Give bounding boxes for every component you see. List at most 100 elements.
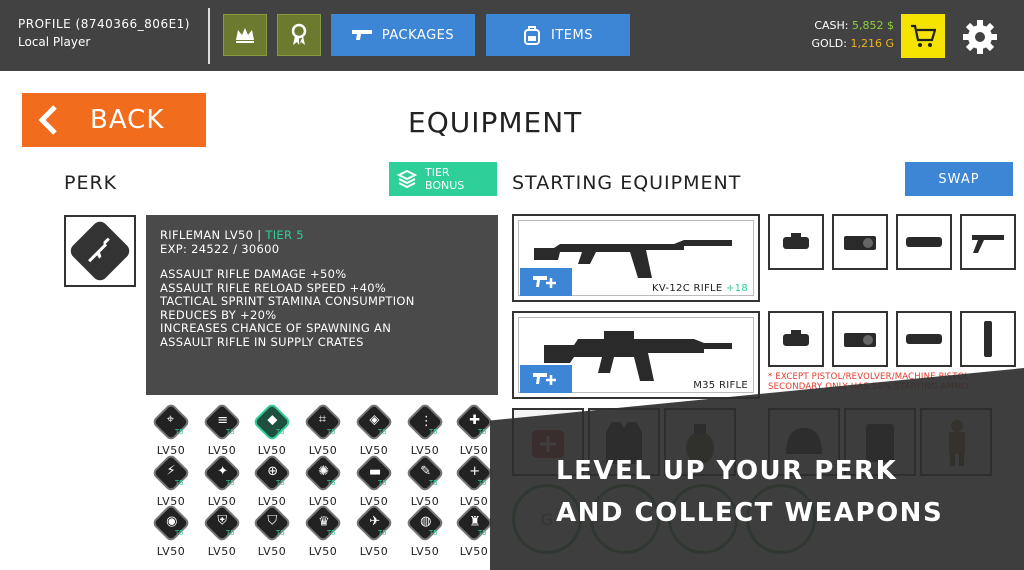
suppressor-icon [906,237,942,247]
perk-glyph-icon: ⌖ [166,411,175,427]
perk-badge-icon: ◉ [151,503,191,543]
perk-badge[interactable]: ◆ T5 LV50 [251,402,293,457]
perk-badge-level: LV50 [459,545,489,558]
primary-weapon-slot[interactable]: KV-12C RIFLE +18 [512,214,760,302]
attachment-muzzle-slot[interactable] [896,214,952,270]
perk-badge[interactable]: ✚ T5 LV50 [453,402,495,457]
swap-button[interactable]: SWAP [905,162,1013,196]
perk-desc-line: ASSAULT RIFLE DAMAGE +50% [160,267,347,281]
perk-badge[interactable]: ⌖ T5 LV50 [150,402,192,457]
back-label: BACK [90,105,165,135]
cash-value: 5,852 $ [852,19,894,32]
perk-tier: TIER 5 [265,228,304,242]
perk-badge-icon: ✦ [202,453,242,493]
sight-icon [844,236,876,250]
vertical-grip-icon [984,321,992,357]
perk-badge[interactable]: ◉ T5 LV50 [150,503,192,558]
perk-glyph-icon: ▬ [369,464,382,480]
attachment-scope-slot[interactable] [768,214,824,270]
tier-bonus-line1: TIER [425,166,450,179]
perk-badge[interactable]: ⋮ T5 LV50 [404,402,446,457]
perk-glyph-icon: ✦ [217,464,229,480]
crown-button[interactable] [223,14,267,56]
perk-badge[interactable]: ▬ T5 LV50 [353,453,395,508]
rifle-icon [544,331,732,381]
attachment-foregrip-slot[interactable] [960,311,1016,367]
tier-bonus-label: TIER BONUS [425,166,464,192]
perk-badge-icon: ✺ [303,453,343,493]
scope-icon [783,330,809,346]
perk-badge[interactable]: ♜ T5 LV50 [453,503,495,558]
attachment-grip-slot[interactable] [960,214,1016,270]
perk-badge-tier: T5 [478,479,487,487]
cart-icon [911,24,936,47]
perk-badge[interactable]: ✦ T5 LV50 [201,453,243,508]
attachment-muzzle-slot[interactable] [896,311,952,367]
perk-badge-icon: ⌖ [151,402,191,442]
perk-badge[interactable]: + T5 LV50 [453,453,495,508]
perk-badge[interactable]: ◈ T5 LV50 [353,402,395,457]
perk-badge-tier: T5 [429,428,438,436]
perk-badge-tier: T5 [276,529,285,537]
promo-line-2: AND COLLECT WEAPONS [556,498,944,528]
perk-badge-icon: ✚ [454,402,494,442]
change-secondary-button[interactable] [520,365,572,393]
perk-badge-tier: T5 [175,479,184,487]
perk-badge[interactable]: ◍ T5 LV50 [404,503,446,558]
perk-exp: EXP: 24522 / 30600 [160,241,280,256]
perk-badge[interactable]: ♛ T5 LV50 [302,503,344,558]
back-button[interactable]: BACK [22,93,206,147]
perk-badge[interactable]: ⌗ T5 LV50 [302,402,344,457]
attachment-scope-slot[interactable] [768,311,824,367]
perk-badge-tier: T5 [327,479,336,487]
primary-weapon-name: KV-12C RIFLE +18 [652,283,748,294]
rifle-perk-icon [67,218,133,284]
grip-icon [972,235,1004,253]
attachment-sight-slot[interactable] [832,311,888,367]
perk-glyph-icon: ◈ [369,412,380,428]
promo-line-1: LEVEL UP YOUR PERK [556,456,898,486]
perk-badge[interactable]: ✎ T5 LV50 [404,453,446,508]
perk-selector[interactable] [64,215,136,287]
player-name[interactable]: Local Player [18,35,90,49]
perk-glyph-icon: ✚ [469,413,481,429]
perk-badge[interactable]: ⛉ T5 LV50 [251,503,293,558]
perk-glyph-icon: ♜ [469,514,481,530]
perk-details: RIFLEMAN LV50 | TIER 5 EXP: 24522 / 3060… [146,215,498,395]
perk-desc-line: ASSAULT RIFLE IN SUPPLY CRATES [160,334,364,349]
perk-badge[interactable]: ⊕ T5 LV50 [251,453,293,508]
perk-desc-line: INCREASES CHANCE OF SPAWNING AN [160,321,392,335]
packages-label: PACKAGES [381,27,455,43]
perk-badge-tier: T5 [378,428,387,436]
suppressor-icon [906,334,942,344]
perk-badge[interactable]: ≡ T5 LV50 [201,402,243,457]
perk-desc-line: ASSAULT RIFLE RELOAD SPEED +40% [160,280,387,295]
packages-button[interactable]: PACKAGES [331,14,475,56]
shop-cart-button[interactable] [901,14,945,58]
profile-id[interactable]: PROFILE (8740366_806E1) [18,17,190,31]
achievements-button[interactable] [277,14,321,56]
perk-badge-tier: T5 [478,428,487,436]
perk-badge[interactable]: ✈ T5 LV50 [353,503,395,558]
perk-badge[interactable]: ✺ T5 LV50 [302,453,344,508]
perk-badge-icon: ▬ [354,453,394,493]
perk-badge[interactable]: ⚡ T5 LV50 [150,453,192,508]
change-primary-button[interactable] [520,268,572,296]
gold-display: GOLD: 1,216 G [811,37,894,50]
secondary-weapon-slot[interactable]: M35 RIFLE [512,311,760,399]
perk-badge[interactable]: ⛨ T5 LV50 [201,503,243,558]
perk-glyph-icon: ✺ [318,464,330,480]
attachment-sight-slot[interactable] [832,214,888,270]
settings-button[interactable] [960,17,1000,57]
perk-badge-icon: ⛉ [252,503,292,543]
tier-bonus-line2: BONUS [425,179,465,192]
perk-glyph-icon: ⌗ [318,411,327,427]
perk-badge-tier: T5 [378,529,387,537]
tier-bonus-button[interactable]: TIER BONUS [389,162,497,196]
items-button[interactable]: ITEMS [486,14,630,56]
top-divider [208,8,210,64]
cash-display: CASH: 5,852 $ [814,19,894,32]
perk-glyph-icon: ⚡ [166,463,176,479]
perk-glyph-icon: ⛨ [217,513,228,529]
perk-badge-icon: ⌗ [303,402,343,442]
